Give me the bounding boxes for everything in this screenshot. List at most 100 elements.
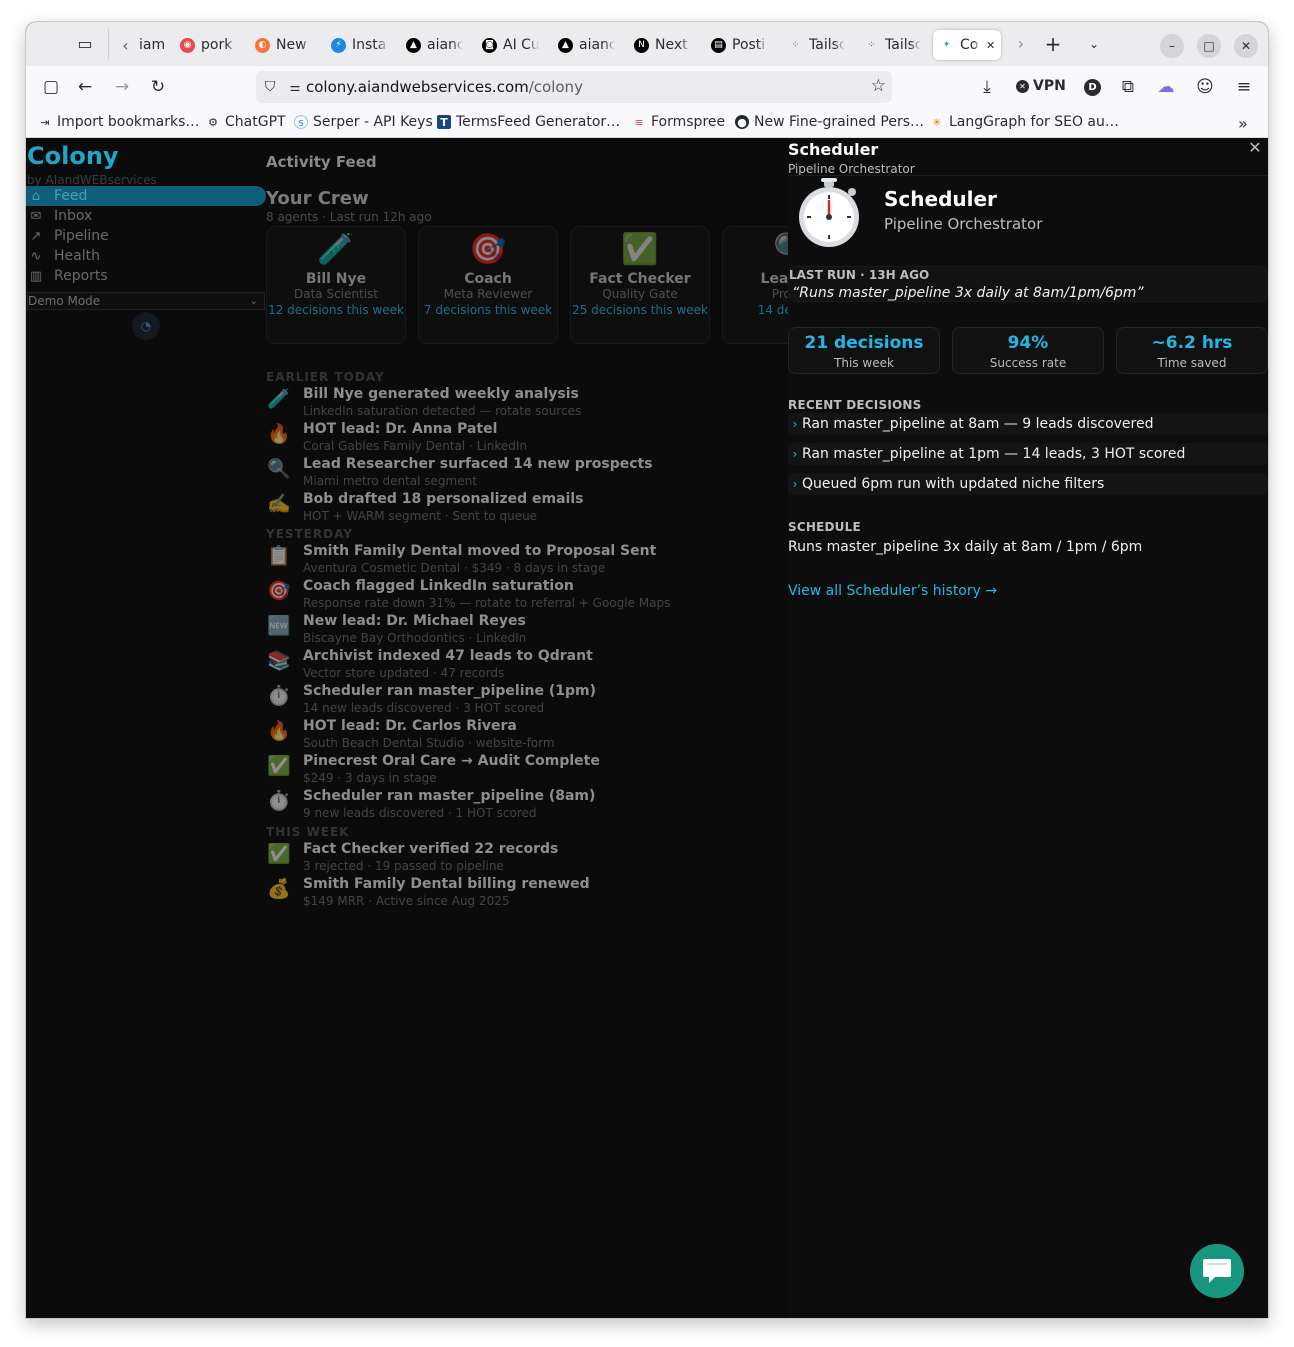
feed-item-subtitle: Biscayne Bay Orthodontics · LinkedIn [303, 631, 527, 645]
site-settings-icon[interactable]: ⚌ [284, 80, 306, 94]
browser-tab[interactable]: ◐ New [255, 30, 312, 60]
reload-icon[interactable]: ↻ [147, 76, 169, 98]
browser-tab[interactable]: ⁘ Tailsc [864, 30, 921, 60]
agent-card[interactable]: 🎯 Coach Meta Reviewer 7 decisions this week [418, 226, 558, 344]
tab-overview-icon[interactable]: ▭ [74, 33, 96, 55]
browser-tab[interactable]: N Next [634, 30, 691, 60]
chevron-down-icon: ⌄ [249, 295, 258, 307]
stat-value: 94% [1007, 333, 1049, 353]
page-title: Activity Feed [266, 153, 377, 171]
extension-cloud-icon[interactable]: ☁ [1155, 76, 1177, 98]
profile-avatar[interactable]: D [1084, 79, 1101, 96]
bookmark-import[interactable]: ⇥ Import bookmarks… [38, 114, 199, 130]
shield-icon[interactable]: ⛉ [256, 79, 284, 95]
bookmark-termsfeed[interactable]: T TermsFeed Generator… [437, 114, 620, 130]
bookmark-label: ChatGPT [225, 114, 286, 130]
browser-tab[interactable]: ▲ aianc [558, 30, 615, 60]
sidebar-item-label: Health [54, 248, 100, 264]
feed-item[interactable]: ⏱️ Scheduler ran master_pipeline (1pm) 14 … [266, 683, 786, 718]
feed-item-subtitle: Response rate down 31% — rotate to refer… [303, 596, 671, 610]
tab-list-menu-icon[interactable]: ⌄ [1083, 33, 1105, 55]
agent-card[interactable]: 🧪 Bill Nye Data Scientist 12 decisions this… [266, 226, 406, 344]
sidebar-item-inbox[interactable]: ✉ Inbox [26, 206, 266, 226]
vpn-button[interactable]: ✕ VPN [1016, 78, 1066, 94]
demo-mode-select[interactable]: Demo Mode ⌄ [27, 292, 265, 310]
feed-item-icon: ⏱️ [267, 685, 291, 707]
feed-item[interactable]: 🎯 Coach flagged LinkedIn saturation Respon… [266, 578, 786, 613]
feed-item-icon: ✅ [267, 755, 291, 777]
close-button[interactable]: ✕ [1234, 34, 1258, 58]
colony-app: Colony by AIandWEBservices ⌂ Feed ✉ Inbox ↗ P… [26, 138, 1268, 1318]
bookmark-serper[interactable]: s Serper - API Keys [294, 114, 433, 130]
chat-launcher-button[interactable] [1190, 1244, 1244, 1298]
browser-tab[interactable]: ⚡ Insta [331, 30, 388, 60]
import-icon: ⇥ [40, 115, 50, 129]
feed-item-title: Smith Family Dental billing renewed [303, 876, 590, 892]
browser-tab[interactable]: ◉ pork [180, 30, 237, 60]
feed-item[interactable]: ⏱️ Scheduler ran master_pipeline (8am) 9 n… [266, 788, 786, 823]
feed-item[interactable]: 📚 Archivist indexed 47 leads to Qdrant Vec… [266, 648, 786, 683]
feed-item-icon: ✅ [267, 843, 291, 865]
feed-item[interactable]: 🔍 Lead Researcher surfaced 14 new prospec… [266, 456, 786, 491]
browser-tab[interactable]: ◙ AI Cu [482, 30, 539, 60]
feed-item[interactable]: 📋 Smith Family Dental moved to Proposal S… [266, 543, 786, 578]
sidebar-item-feed[interactable]: ⌂ Feed [26, 186, 266, 206]
bookmark-github[interactable]: ● New Fine-grained Pers… [735, 114, 924, 130]
formspree-icon: ≡ [634, 115, 644, 129]
nav-bar: ▢ ← → ↻ ⛉ ⚌ colony.aiandwebservices.com /… [26, 66, 1268, 108]
browser-tab[interactable]: ‹ iam [118, 30, 175, 60]
browser-tab[interactable]: ▲ aianc [406, 30, 463, 60]
view-history-link[interactable]: View all Scheduler’s history → [788, 583, 997, 599]
feed-item-subtitle: Aventura Cosmetic Dental · $349 · 8 days… [303, 561, 606, 575]
url-path: /colony [528, 78, 583, 96]
sidebar-item-pipeline[interactable]: ↗ Pipeline [26, 226, 266, 246]
bookmark-chatgpt[interactable]: ⚙ ChatGPT [206, 114, 286, 130]
browser-tab[interactable]: ⁘ Tailsc [788, 30, 845, 60]
minimize-button[interactable]: – [1160, 34, 1184, 58]
feed-item-title: Fact Checker verified 22 records [303, 841, 559, 857]
bookmarks-overflow-icon[interactable]: » [1238, 114, 1248, 133]
downloads-icon[interactable]: ⤓ [976, 76, 998, 98]
decision-item[interactable]: › Ran master_pipeline at 8am — 9 leads di… [788, 413, 1268, 435]
bookmark-label: Import bookmarks… [57, 114, 200, 130]
feed-item[interactable]: ✍️ Bob drafted 18 personalized emails HOT … [266, 491, 786, 526]
browser-tab[interactable]: ▤ Posti [711, 30, 768, 60]
url-host: colony.aiandwebservices.com [306, 78, 529, 96]
bookmark-langgraph[interactable]: ✳ LangGraph for SEO au… [930, 114, 1119, 130]
feed-item[interactable]: 🆕 New lead: Dr. Michael Reyes Biscayne Bay… [266, 613, 786, 648]
feed-item-icon: 📋 [267, 545, 291, 567]
back-icon[interactable]: ← [74, 76, 96, 98]
close-tab-icon[interactable]: ✕ [986, 39, 995, 52]
extensions-icon[interactable]: ⧉ [1117, 76, 1139, 98]
decision-item[interactable]: › Queued 6pm run with updated niche filte… [788, 473, 1268, 495]
feed-item[interactable]: ✅ Pinecrest Oral Care → Audit Complete $24… [266, 753, 786, 788]
sidebar-toggle-icon[interactable]: ▢ [40, 76, 62, 98]
forward-icon[interactable]: → [111, 76, 133, 98]
feed-item[interactable]: 🧪 Bill Nye generated weekly analysis Linke… [266, 386, 786, 421]
feed-item[interactable]: ✅ Fact Checker verified 22 records 3 rejec… [266, 841, 786, 876]
brand-logo[interactable]: Colony [27, 142, 119, 170]
schedule-text: Runs master_pipeline 3x daily at 8am / 1… [788, 539, 1143, 555]
stat-label: Time saved [1157, 356, 1227, 370]
sidebar-item-health[interactable]: ∿ Health [26, 246, 266, 266]
decision-item[interactable]: › Ran master_pipeline at 1pm — 14 leads, … [788, 443, 1268, 465]
tab-title: Tailsc [809, 37, 845, 53]
sidebar-item-label: Feed [54, 188, 88, 204]
sidebar-item-reports[interactable]: ▥ Reports [26, 266, 266, 286]
feed-item[interactable]: 🔥 HOT lead: Dr. Anna Patel Coral Gables Fa… [266, 421, 786, 456]
maximize-button[interactable]: □ [1197, 34, 1221, 58]
bookmark-formspree[interactable]: ≡ Formspree [632, 114, 725, 130]
chevron-right-icon[interactable]: › [1010, 33, 1032, 55]
browser-tab[interactable]: ✦ Co ✕ [933, 30, 1002, 60]
feed-item[interactable]: 💰 Smith Family Dental billing renewed $149… [266, 876, 786, 911]
bookmark-star-icon[interactable]: ☆ [871, 76, 886, 96]
address-bar[interactable]: ⛉ ⚌ colony.aiandwebservices.com/colony ☆ [256, 71, 892, 103]
app-menu-icon[interactable]: ≡ [1233, 76, 1255, 98]
feed-item[interactable]: 🔥 HOT lead: Dr. Carlos Rivera South Beach … [266, 718, 786, 753]
extension-bot-icon[interactable]: ☺ [1194, 76, 1216, 98]
new-tab-icon[interactable]: + [1042, 33, 1064, 55]
agent-card[interactable]: ✅ Fact Checker Quality Gate 25 decisions th… [570, 226, 710, 344]
pulse-icon: ∿ [30, 248, 42, 264]
feed-item-title: Archivist indexed 47 leads to Qdrant [303, 648, 593, 664]
close-icon[interactable]: ✕ [1246, 138, 1264, 157]
